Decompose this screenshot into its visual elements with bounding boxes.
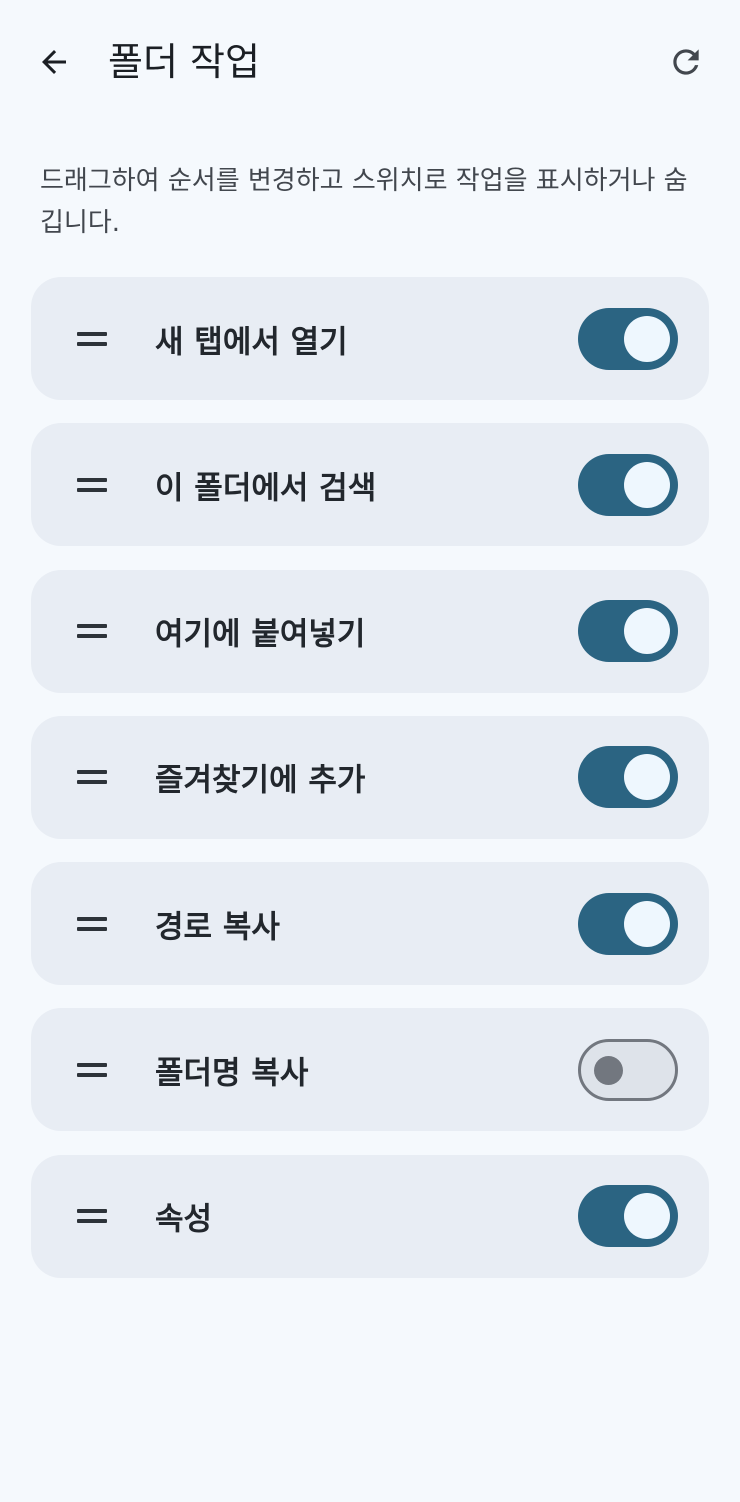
toggle-switch[interactable] [578, 307, 678, 370]
action-label: 이 폴더에서 검색 [155, 470, 377, 507]
reset-button[interactable] [662, 38, 710, 86]
action-label: 여기에 붙여넣기 [155, 616, 366, 653]
toggle-switch[interactable] [578, 453, 678, 516]
refresh-icon [673, 49, 699, 75]
action-label: 즐겨찾기에 추가 [155, 762, 366, 799]
action-item-add-favorite[interactable]: 즐겨찾기에 추가 [31, 715, 709, 839]
switch-thumb [624, 1193, 670, 1240]
drag-handle-icon[interactable] [75, 1204, 109, 1228]
action-item-copy-path[interactable]: 경로 복사 [31, 862, 709, 986]
action-list: 새 탭에서 열기 이 폴더에서 검색 여기에 붙여넣기 즐겨찾기에 추가 경로 … [31, 277, 709, 1301]
action-label: 새 탭에서 열기 [155, 324, 348, 360]
back-button[interactable] [30, 38, 78, 86]
page-title: 폴더 작업 [108, 40, 260, 84]
drag-handle-icon[interactable] [75, 1058, 109, 1082]
app-bar: 폴더 작업 [0, 0, 740, 124]
toggle-switch[interactable] [578, 746, 678, 809]
action-label: 폴더명 복사 [155, 1055, 309, 1092]
action-item-copy-folder-name[interactable]: 폴더명 복사 [31, 1008, 709, 1132]
action-item-paste-here[interactable]: 여기에 붙여넣기 [31, 569, 709, 693]
switch-thumb [624, 461, 670, 508]
switch-thumb [624, 754, 670, 801]
drag-handle-icon[interactable] [75, 327, 109, 351]
action-item-search-folder[interactable]: 이 폴더에서 검색 [31, 423, 709, 547]
action-label: 속성 [155, 1201, 213, 1238]
toggle-switch[interactable] [578, 1038, 678, 1101]
drag-handle-icon[interactable] [75, 765, 109, 789]
drag-handle-icon[interactable] [75, 912, 109, 936]
toggle-switch[interactable] [578, 1185, 678, 1248]
toggle-switch[interactable] [578, 892, 678, 955]
switch-thumb [624, 608, 670, 655]
action-label: 경로 복사 [155, 909, 280, 946]
description-text: 드래그하여 순서를 변경하고 스위치로 작업을 표시하거나 숨깁니다. [40, 166, 688, 238]
drag-handle-icon[interactable] [75, 473, 109, 497]
switch-thumb [624, 315, 670, 362]
action-item-properties[interactable]: 속성 [31, 1154, 709, 1278]
switch-thumb [594, 1055, 623, 1085]
drag-handle-icon[interactable] [75, 619, 109, 643]
switch-thumb [624, 900, 670, 947]
toggle-switch[interactable] [578, 600, 678, 663]
arrow-back-icon [42, 50, 66, 74]
action-item-open-new-tab[interactable]: 새 탭에서 열기 [31, 277, 709, 400]
